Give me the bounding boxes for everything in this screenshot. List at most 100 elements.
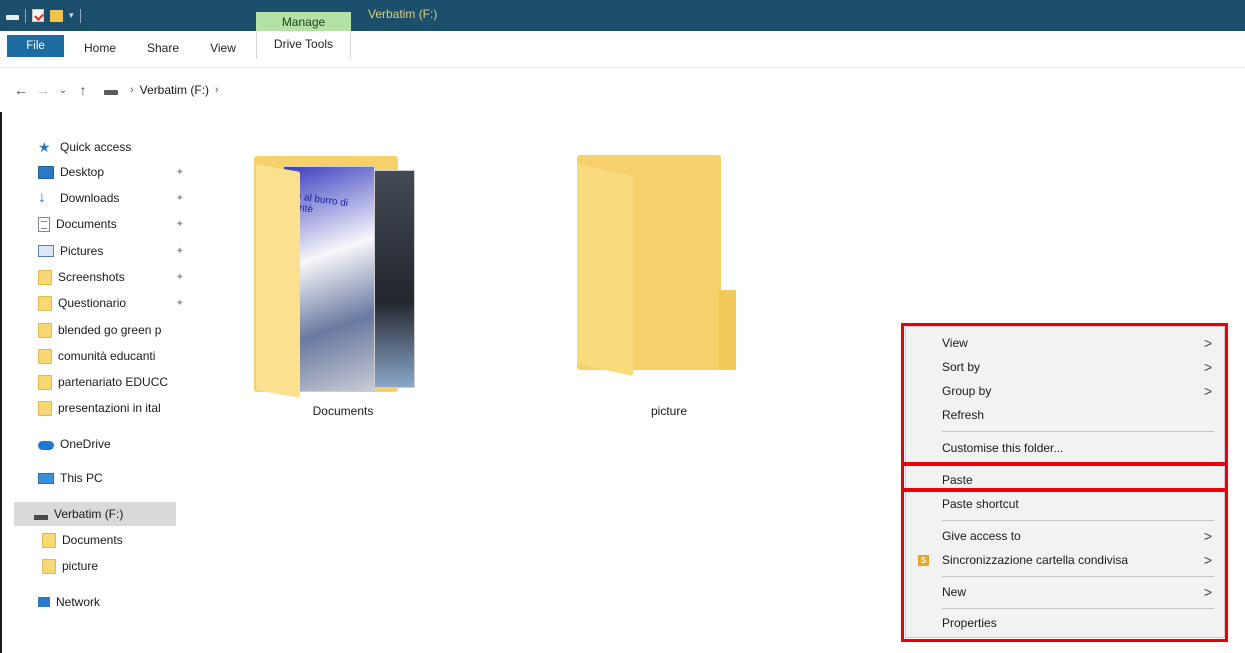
sidebar-item-documents[interactable]: Documents ✦ xyxy=(38,212,196,236)
sidebar-item-downloads[interactable]: ↓ Downloads ✦ xyxy=(38,186,196,210)
pictures-icon xyxy=(38,245,54,257)
menu-item-label: New xyxy=(942,585,967,599)
sidebar-item-presentazioni[interactable]: presentazioni in ital xyxy=(38,396,196,420)
sidebar-item-label: Verbatim (F:) xyxy=(54,507,124,521)
sidebar-item-partenariato[interactable]: partenariato EDUCC xyxy=(38,370,196,394)
chevron-right-icon: > xyxy=(1203,359,1212,375)
chevron-right-icon: > xyxy=(1203,383,1212,399)
folder-front-flap xyxy=(577,164,633,376)
menu-item-customise-folder[interactable]: Customise this folder... xyxy=(906,436,1226,460)
customize-toolbar-icon[interactable]: ▾ xyxy=(69,10,74,21)
breadcrumb-separator[interactable]: › xyxy=(130,84,134,96)
menu-separator xyxy=(942,608,1214,609)
sidebar-item-label: presentazioni in ital xyxy=(58,401,161,415)
menu-item-give-access[interactable]: Give access to > xyxy=(906,524,1226,548)
pin-icon[interactable]: ✦ xyxy=(176,219,184,230)
network-icon xyxy=(38,597,50,607)
sidebar-item-label: picture xyxy=(62,559,99,573)
sidebar-item-label: Documents xyxy=(62,533,123,547)
folder-front-flap xyxy=(256,164,300,398)
forward-arrow-icon[interactable]: → xyxy=(32,82,54,98)
sidebar-item-drive-documents[interactable]: Documents xyxy=(42,528,200,552)
sidebar-item-comunita[interactable]: comunità educanti xyxy=(38,344,196,368)
sidebar-item-screenshots[interactable]: Screenshots ✦ xyxy=(38,265,196,289)
sidebar-item-pictures[interactable]: Pictures ✦ xyxy=(38,239,196,263)
cloud-icon xyxy=(38,440,54,450)
document-icon xyxy=(38,216,50,232)
sidebar-item-label: Documents xyxy=(56,217,117,231)
sidebar-item-label: comunità educanti xyxy=(58,349,156,363)
folder-icon xyxy=(38,348,52,364)
sidebar-item-blended[interactable]: blended go green p xyxy=(38,318,196,342)
sidebar-item-label: Network xyxy=(56,595,101,609)
drive-icon xyxy=(34,514,48,520)
folder-icon xyxy=(42,558,56,574)
breadcrumb-verbatim[interactable]: Verbatim (F:) xyxy=(140,83,209,97)
sidebar-item-label: Pictures xyxy=(60,244,104,258)
menu-item-label: Sort by xyxy=(942,360,981,374)
pin-icon[interactable]: ✦ xyxy=(176,298,184,309)
pin-icon[interactable]: ✦ xyxy=(176,272,184,283)
sidebar-item-drive-picture[interactable]: picture xyxy=(42,554,200,578)
pin-icon[interactable]: ✦ xyxy=(176,167,184,178)
ribbon-tabs: File Home Share View Drive Tools xyxy=(0,31,1245,68)
toolbar-separator xyxy=(25,8,26,23)
pin-icon[interactable]: ✦ xyxy=(176,193,184,204)
sidebar-item-questionario[interactable]: Questionario ✦ xyxy=(38,291,196,315)
up-arrow-icon[interactable]: ↑ xyxy=(72,82,94,98)
sidebar-item-label: This PC xyxy=(60,471,103,485)
title-bar: ▾ Manage Verbatim (F:) xyxy=(0,0,1245,31)
tab-drive-tools[interactable]: Drive Tools xyxy=(256,31,351,59)
sidebar-item-label: Quick access xyxy=(60,140,132,154)
menu-item-label: Refresh xyxy=(942,408,985,422)
sidebar-item-onedrive[interactable]: OneDrive xyxy=(38,432,196,456)
sidebar-item-network[interactable]: Network xyxy=(38,590,196,614)
menu-item-properties[interactable]: Properties xyxy=(906,611,1226,635)
menu-separator xyxy=(942,520,1214,521)
folder-label: Documents xyxy=(312,404,374,418)
menu-item-group-by[interactable]: Group by > xyxy=(906,379,1226,403)
drive-icon xyxy=(104,89,118,95)
menu-item-sort-by[interactable]: Sort by > xyxy=(906,355,1226,379)
sidebar-item-label: OneDrive xyxy=(60,437,111,451)
chevron-right-icon: > xyxy=(1203,335,1212,351)
computer-icon xyxy=(38,472,54,484)
sidebar-item-this-pc[interactable]: This PC xyxy=(38,466,196,490)
sidebar-item-quick-access[interactable]: ★ Quick access xyxy=(38,135,196,159)
sidebar-item-label: Desktop xyxy=(60,165,105,179)
folder-icon xyxy=(42,532,56,548)
menu-item-paste[interactable]: Paste xyxy=(906,468,1226,492)
recent-locations-icon[interactable]: ⌄ xyxy=(54,85,72,96)
folder-icon xyxy=(38,400,52,416)
address-bar: ← → ⌄ ↑ › Verbatim (F:) › xyxy=(0,68,1245,112)
menu-item-refresh[interactable]: Refresh xyxy=(906,403,1226,427)
tab-manage[interactable]: Manage xyxy=(256,12,351,31)
menu-item-view[interactable]: View > xyxy=(906,331,1226,355)
properties-icon[interactable] xyxy=(32,9,44,22)
menu-item-label: Give access to xyxy=(942,529,1021,543)
new-folder-icon[interactable] xyxy=(50,9,63,22)
star-icon: ★ xyxy=(38,139,51,155)
tab-file[interactable]: File xyxy=(7,35,64,57)
menu-separator xyxy=(942,576,1214,577)
folder-label: picture xyxy=(650,404,688,418)
folder-icon xyxy=(38,295,52,311)
menu-item-sincronizzazione[interactable]: S Sincronizzazione cartella condivisa > xyxy=(906,548,1226,572)
menu-separator xyxy=(942,464,1214,465)
menu-item-label: Properties xyxy=(942,616,997,630)
sidebar-item-verbatim[interactable]: Verbatim (F:) xyxy=(14,502,176,526)
menu-item-new[interactable]: New > xyxy=(906,580,1226,604)
sidebar-item-desktop[interactable]: Desktop ✦ xyxy=(38,160,196,184)
menu-item-label: Paste shortcut xyxy=(942,497,1019,511)
back-arrow-icon[interactable]: ← xyxy=(10,82,32,98)
folder-icon xyxy=(38,322,52,338)
window-title: Verbatim (F:) xyxy=(368,7,438,21)
breadcrumb-separator[interactable]: › xyxy=(215,84,219,96)
drive-icon[interactable] xyxy=(6,15,19,20)
quick-access-toolbar: ▾ xyxy=(6,0,81,31)
chevron-right-icon: > xyxy=(1203,552,1212,568)
menu-item-paste-shortcut[interactable]: Paste shortcut xyxy=(906,492,1226,516)
menu-item-label: Customise this folder... xyxy=(942,441,1064,455)
menu-separator xyxy=(942,431,1214,432)
pin-icon[interactable]: ✦ xyxy=(176,246,184,257)
